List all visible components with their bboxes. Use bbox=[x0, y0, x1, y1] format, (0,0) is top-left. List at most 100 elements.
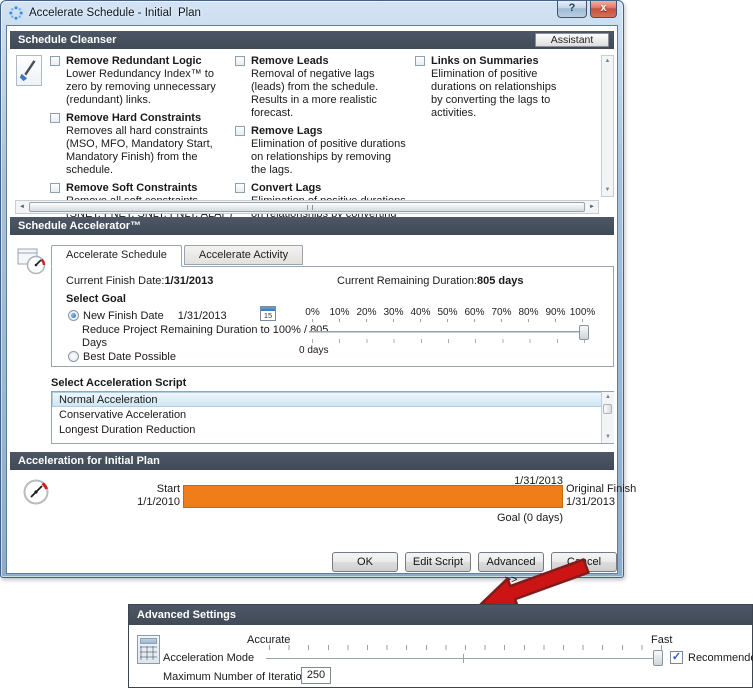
goal-label: Best Date Possible bbox=[83, 351, 176, 363]
calculator-keys bbox=[140, 646, 157, 660]
ok-button[interactable]: OK bbox=[332, 552, 398, 572]
radio-best-date[interactable] bbox=[68, 351, 79, 362]
plan-gauge-icon bbox=[22, 478, 50, 506]
calculator-icon bbox=[137, 635, 160, 664]
cleanser-horizontal-scrollbar[interactable]: ◄ ► bbox=[15, 200, 599, 214]
cleanser-option: Remove Redundant Logic Lower Redundancy … bbox=[50, 55, 234, 107]
tick-label: 100% bbox=[569, 307, 596, 322]
cleanser-tool-icon bbox=[16, 55, 42, 86]
scrollbar-thumb[interactable] bbox=[603, 404, 612, 414]
slider-thumb[interactable] bbox=[579, 325, 589, 340]
tick-label: 50% bbox=[434, 307, 461, 322]
titlebar[interactable]: Accelerate Schedule - Initial Plan ? x bbox=[1, 1, 623, 25]
advanced-settings-panel: Advanced Settings Acceleration Mode Accu… bbox=[128, 604, 753, 688]
checkbox[interactable] bbox=[235, 56, 245, 66]
cleanser-option-desc: Removes all hard constraints (MSO, MFO, … bbox=[66, 125, 234, 177]
checkbox[interactable] bbox=[50, 56, 60, 66]
script-item-label: Conservative Acceleration bbox=[59, 409, 186, 421]
iterations-label: Maximum Number of Iterations bbox=[163, 671, 313, 683]
cleanser-option-title: Remove Lags bbox=[251, 125, 407, 138]
acceleration-script-list: Normal Acceleration Conservative Acceler… bbox=[51, 391, 614, 444]
duration-slider: 0%10%20%30%40%50%60%70%80%90%100% 0 days bbox=[299, 307, 597, 356]
finish-date: 1/31/2013 bbox=[566, 496, 636, 509]
dialog-client-area: Schedule Cleanser Assistant Remove Redun… bbox=[6, 25, 618, 574]
window-title: Accelerate Schedule - Initial Plan bbox=[29, 1, 201, 25]
start-date: 1/1/2010 bbox=[97, 496, 180, 509]
mode-slider-ticks bbox=[269, 645, 662, 650]
script-list-item[interactable]: Longest Duration Reduction bbox=[52, 422, 613, 437]
close-button[interactable]: x bbox=[590, 1, 617, 18]
cleanser-vertical-scrollbar[interactable]: ▲ ▼ bbox=[601, 55, 614, 197]
scroll-down-icon[interactable]: ▼ bbox=[602, 185, 613, 196]
cleanser-option-title: Links on Summaries bbox=[431, 55, 571, 68]
scroll-left-icon[interactable]: ◄ bbox=[16, 201, 28, 213]
screen: Accelerate Schedule - Initial Plan ? x S… bbox=[0, 0, 753, 689]
goal-label: New Finish Date bbox=[83, 310, 164, 322]
cleanser-option-desc: Lower Redundancy Index™ to zero by remov… bbox=[66, 68, 234, 107]
calculator-screen bbox=[140, 638, 157, 644]
recommended-label: Recommended bbox=[688, 652, 753, 664]
app-sparkle-icon bbox=[9, 6, 23, 20]
scroll-up-icon[interactable]: ▲ bbox=[602, 392, 614, 403]
cleanser-option: Links on Summaries Elimination of positi… bbox=[415, 55, 571, 120]
mode-slider-thumb[interactable] bbox=[653, 650, 663, 666]
select-goal-label: Select Goal bbox=[66, 293, 126, 305]
schedule-accelerator-title: Schedule Accelerator™ bbox=[18, 220, 141, 232]
slider-track[interactable] bbox=[309, 325, 587, 339]
slider-bottom-ticks bbox=[312, 339, 585, 343]
calendar-icon[interactable]: 15 bbox=[260, 306, 276, 321]
cleanser-option-title: Remove Soft Constraints bbox=[66, 182, 234, 195]
checkbox[interactable] bbox=[235, 183, 245, 193]
scroll-up-icon[interactable]: ▲ bbox=[602, 56, 613, 67]
current-finish-label: Current Finish Date: bbox=[66, 275, 164, 287]
script-list-scrollbar[interactable]: ▲ ▼ bbox=[601, 392, 614, 443]
script-list-item[interactable]: Conservative Acceleration bbox=[52, 407, 613, 422]
cleanser-option: Remove Leads Removal of negative lags (l… bbox=[235, 55, 407, 120]
start-label: Start bbox=[97, 483, 180, 496]
tick-label: 90% bbox=[542, 307, 569, 322]
iterations-input[interactable]: 250 bbox=[301, 667, 331, 684]
tick-label: 60% bbox=[461, 307, 488, 322]
tab-label: Accelerate Schedule bbox=[66, 249, 167, 261]
tab-label: Accelerate Activity bbox=[199, 249, 288, 261]
remaining-value: 805 days bbox=[477, 275, 523, 287]
accelerator-gauge-icon bbox=[17, 246, 47, 276]
tick-label: 80% bbox=[515, 307, 542, 322]
script-list-item[interactable]: Normal Acceleration bbox=[52, 392, 613, 407]
tick-label: 20% bbox=[353, 307, 380, 322]
slider-tick-labels: 0%10%20%30%40%50%60%70%80%90%100% bbox=[299, 307, 597, 322]
slider-min-label: 0 days bbox=[299, 345, 597, 356]
checkbox[interactable] bbox=[50, 183, 60, 193]
checkbox[interactable] bbox=[50, 113, 60, 123]
goal-date-value: 1/31/2013 bbox=[178, 310, 227, 322]
scroll-right-icon[interactable]: ► bbox=[586, 201, 598, 213]
schedule-accelerator-header: Schedule Accelerator™ bbox=[10, 217, 614, 235]
bar-start-label: Start 1/1/2010 bbox=[97, 483, 180, 509]
help-button[interactable]: ? bbox=[557, 1, 587, 18]
goal-new-finish-date: New Finish Date 1/31/2013 bbox=[68, 310, 227, 322]
tab[interactable]: Accelerate Activity bbox=[184, 245, 303, 265]
remaining-duration-row: Current Remaining Duration:805 days bbox=[337, 275, 524, 287]
cleanser-option-desc: Elimination of positive durations on rel… bbox=[251, 138, 407, 177]
cleanser-option-title: Remove Hard Constraints bbox=[66, 112, 234, 125]
remaining-label: Current Remaining Duration: bbox=[337, 275, 477, 287]
mode-slider-track[interactable] bbox=[266, 658, 662, 659]
scrollbar-thumb[interactable] bbox=[29, 202, 585, 212]
cleanser-option-title: Remove Redundant Logic bbox=[66, 55, 234, 68]
accelerate-schedule-dialog: Accelerate Schedule - Initial Plan ? x S… bbox=[0, 0, 624, 578]
tick-label: 0% bbox=[299, 307, 326, 322]
goal-best-date: Best Date Possible bbox=[68, 351, 176, 363]
tick-label: 10% bbox=[326, 307, 353, 322]
scroll-down-icon[interactable]: ▼ bbox=[602, 432, 614, 443]
calendar-icon-day: 15 bbox=[261, 311, 275, 320]
checkbox[interactable] bbox=[415, 56, 425, 66]
tab[interactable]: Accelerate Schedule bbox=[51, 245, 182, 267]
cleanser-option-title: Convert Lags bbox=[251, 182, 407, 195]
radio-new-finish-date[interactable] bbox=[68, 310, 79, 321]
recommended-checkbox[interactable]: ✓ bbox=[670, 651, 683, 664]
tick-label: 70% bbox=[488, 307, 515, 322]
checkbox[interactable] bbox=[235, 126, 245, 136]
cleanser-option: Remove Hard Constraints Removes all hard… bbox=[50, 112, 234, 177]
assistant-button[interactable]: Assistant bbox=[535, 33, 609, 47]
script-item-label: Longest Duration Reduction bbox=[59, 424, 195, 436]
